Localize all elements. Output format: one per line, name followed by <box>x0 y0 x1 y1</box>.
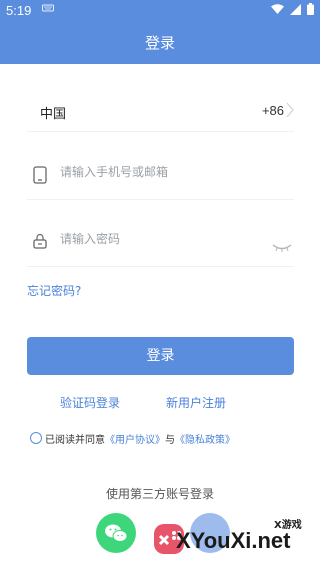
lock-icon <box>33 233 47 253</box>
user-agreement-link[interactable]: 《用户协议》 <box>105 431 165 446</box>
status-time: 5:19 <box>6 3 32 18</box>
signal-icon <box>290 3 301 18</box>
password-input[interactable] <box>60 232 260 246</box>
eye-closed-icon[interactable] <box>272 237 292 256</box>
country-code: +86 <box>261 103 284 118</box>
battery-icon <box>307 3 314 18</box>
phone-input[interactable] <box>60 165 260 179</box>
keyboard-icon <box>42 3 54 16</box>
agreement-row: 已阅读并同意 《用户协议》 与 《隐私政策》 <box>30 430 235 446</box>
register-link[interactable]: 新用户注册 <box>166 394 226 411</box>
alt-actions: 验证码登录 新用户注册 <box>0 394 320 412</box>
phone-row <box>27 150 294 200</box>
wechat-icon <box>105 524 128 542</box>
country-label: 中国 <box>40 107 67 122</box>
wechat-login-button[interactable] <box>96 513 136 553</box>
agreement-checkbox[interactable] <box>30 432 42 444</box>
wifi-icon <box>271 3 284 18</box>
password-row <box>27 217 294 267</box>
phone-icon <box>33 166 47 188</box>
sms-login-link[interactable]: 验证码登录 <box>60 394 120 411</box>
chevron-right-icon <box>286 102 294 122</box>
third-party-title: 使用第三方账号登录 <box>105 487 214 501</box>
page-title: 登录 <box>0 22 320 64</box>
agreement-prefix: 已阅读并同意 <box>45 434 105 446</box>
agreement-and: 与 <box>165 434 175 446</box>
country-selector[interactable]: 中国 +86 <box>27 90 294 132</box>
privacy-policy-link[interactable]: 《隐私政策》 <box>175 431 235 446</box>
forgot-password-link[interactable]: 忘记密码? <box>27 282 81 299</box>
watermark-brand: XYouXi.net <box>176 528 291 553</box>
login-button[interactable]: 登录 <box>27 337 294 375</box>
status-bar: 5:19 <box>0 0 320 22</box>
